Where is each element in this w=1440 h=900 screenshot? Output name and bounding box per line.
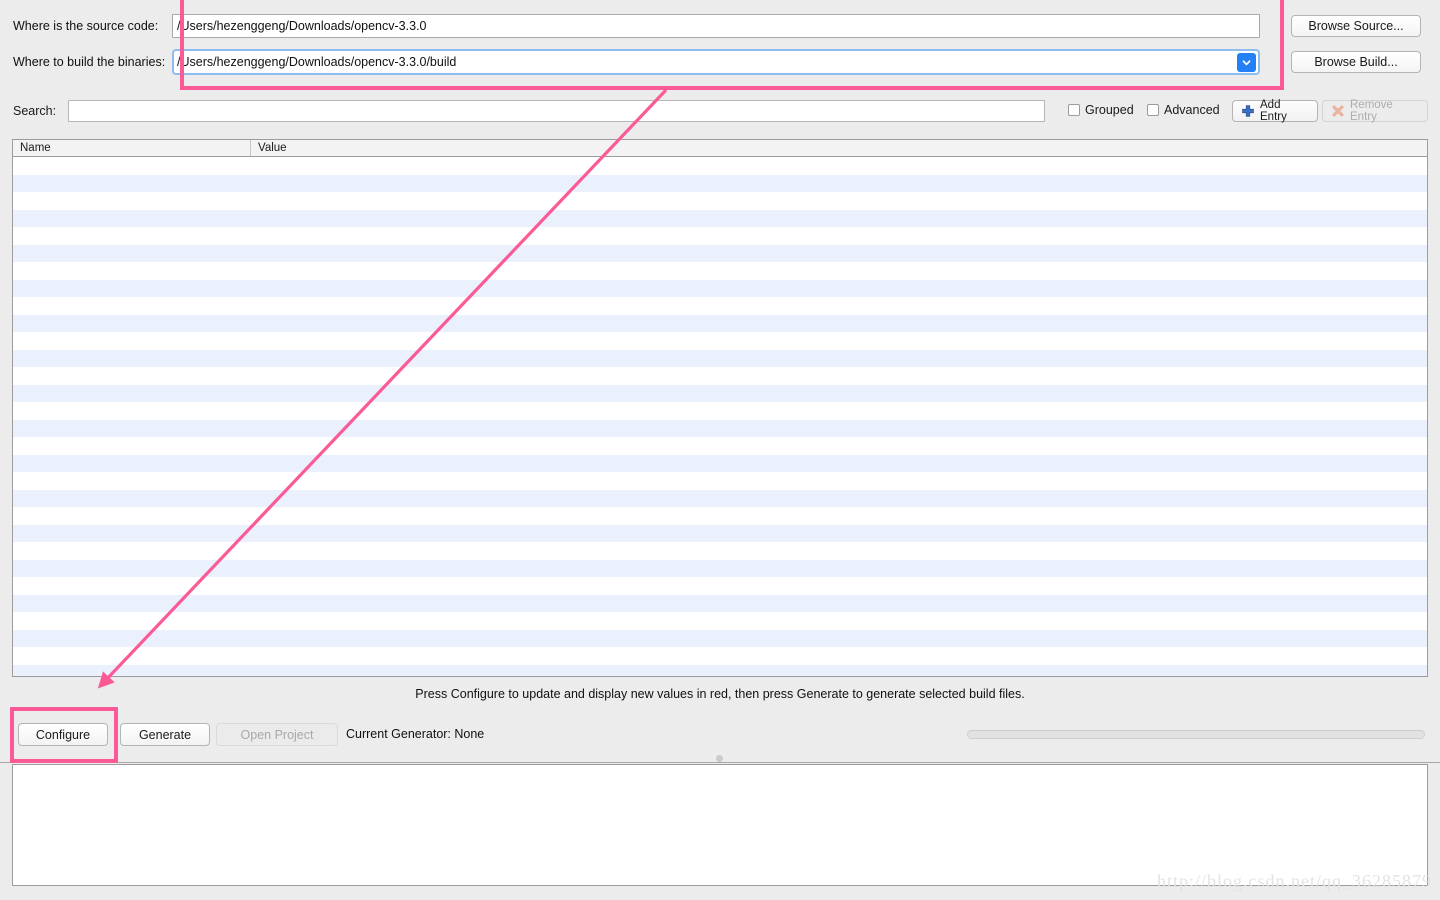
build-path-combobox[interactable] xyxy=(172,49,1260,75)
splitter-line xyxy=(0,762,1440,763)
output-log-panel[interactable] xyxy=(12,764,1428,886)
advanced-checkbox-row[interactable]: Advanced xyxy=(1147,103,1220,117)
chevron-down-icon[interactable] xyxy=(1237,53,1256,72)
table-row[interactable] xyxy=(13,244,1427,262)
table-row[interactable] xyxy=(13,384,1427,402)
configure-button[interactable]: Configure xyxy=(18,723,108,746)
table-row[interactable] xyxy=(13,647,1427,665)
build-path-input[interactable] xyxy=(174,52,1214,72)
status-hint-text: Press Configure to update and display ne… xyxy=(415,687,1025,701)
generate-button[interactable]: Generate xyxy=(120,723,210,746)
table-row[interactable] xyxy=(13,314,1427,332)
table-row[interactable] xyxy=(13,454,1427,472)
table-row[interactable] xyxy=(13,664,1427,676)
table-row[interactable] xyxy=(13,227,1427,245)
table-row[interactable] xyxy=(13,594,1427,612)
table-row[interactable] xyxy=(13,612,1427,630)
remove-entry-button: Remove Entry xyxy=(1322,99,1428,123)
browse-source-button[interactable]: Browse Source... xyxy=(1291,15,1421,37)
table-row[interactable] xyxy=(13,507,1427,525)
table-header-row: Name Value xyxy=(13,140,1427,157)
table-row[interactable] xyxy=(13,577,1427,595)
source-path-label: Where is the source code: xyxy=(13,19,159,33)
advanced-checkbox[interactable] xyxy=(1147,104,1159,116)
search-label: Search: xyxy=(13,104,57,118)
table-row[interactable] xyxy=(13,367,1427,385)
progress-bar xyxy=(967,730,1425,739)
open-project-button: Open Project xyxy=(216,723,338,746)
table-row[interactable] xyxy=(13,262,1427,280)
build-path-label: Where to build the binaries: xyxy=(13,55,166,69)
table-row[interactable] xyxy=(13,542,1427,560)
table-row[interactable] xyxy=(13,524,1427,542)
table-row[interactable] xyxy=(13,209,1427,227)
column-header-value[interactable]: Value xyxy=(251,140,1427,156)
table-row[interactable] xyxy=(13,419,1427,437)
table-row[interactable] xyxy=(13,157,1427,175)
current-generator-label: Current Generator: None xyxy=(346,727,485,741)
table-row[interactable] xyxy=(13,297,1427,315)
table-row[interactable] xyxy=(13,402,1427,420)
search-input[interactable] xyxy=(68,100,1045,122)
path-panel: Where is the source code: Where to build… xyxy=(0,0,1440,88)
table-row[interactable] xyxy=(13,279,1427,297)
table-row[interactable] xyxy=(13,332,1427,350)
table-row[interactable] xyxy=(13,192,1427,210)
splitter-handle-dot[interactable] xyxy=(716,755,723,762)
table-row[interactable] xyxy=(13,349,1427,367)
browse-build-button[interactable]: Browse Build... xyxy=(1291,51,1421,73)
table-row[interactable] xyxy=(13,174,1427,192)
advanced-label: Advanced xyxy=(1164,103,1220,117)
x-cross-icon xyxy=(1331,104,1345,118)
grouped-label: Grouped xyxy=(1085,103,1134,117)
table-row[interactable] xyxy=(13,489,1427,507)
remove-entry-label: Remove Entry xyxy=(1350,99,1393,123)
table-body[interactable] xyxy=(13,157,1427,676)
plus-icon xyxy=(1241,104,1255,118)
table-row[interactable] xyxy=(13,437,1427,455)
search-row: Search: Grouped Advanced Add Entry Remov… xyxy=(0,99,1440,124)
build-path-row: Where to build the binaries: xyxy=(0,49,1440,75)
column-header-name[interactable]: Name xyxy=(13,140,251,156)
table-row[interactable] xyxy=(13,472,1427,490)
table-row[interactable] xyxy=(13,629,1427,647)
cache-variables-table[interactable]: Name Value xyxy=(12,139,1428,677)
table-row[interactable] xyxy=(13,559,1427,577)
add-entry-button[interactable]: Add Entry xyxy=(1232,99,1318,123)
grouped-checkbox-row[interactable]: Grouped xyxy=(1068,103,1134,117)
grouped-checkbox[interactable] xyxy=(1068,104,1080,116)
source-path-row: Where is the source code: xyxy=(0,13,1440,39)
panel-splitter[interactable] xyxy=(0,755,1440,763)
source-path-input[interactable] xyxy=(172,14,1260,38)
add-entry-label: Add Entry xyxy=(1260,99,1287,123)
